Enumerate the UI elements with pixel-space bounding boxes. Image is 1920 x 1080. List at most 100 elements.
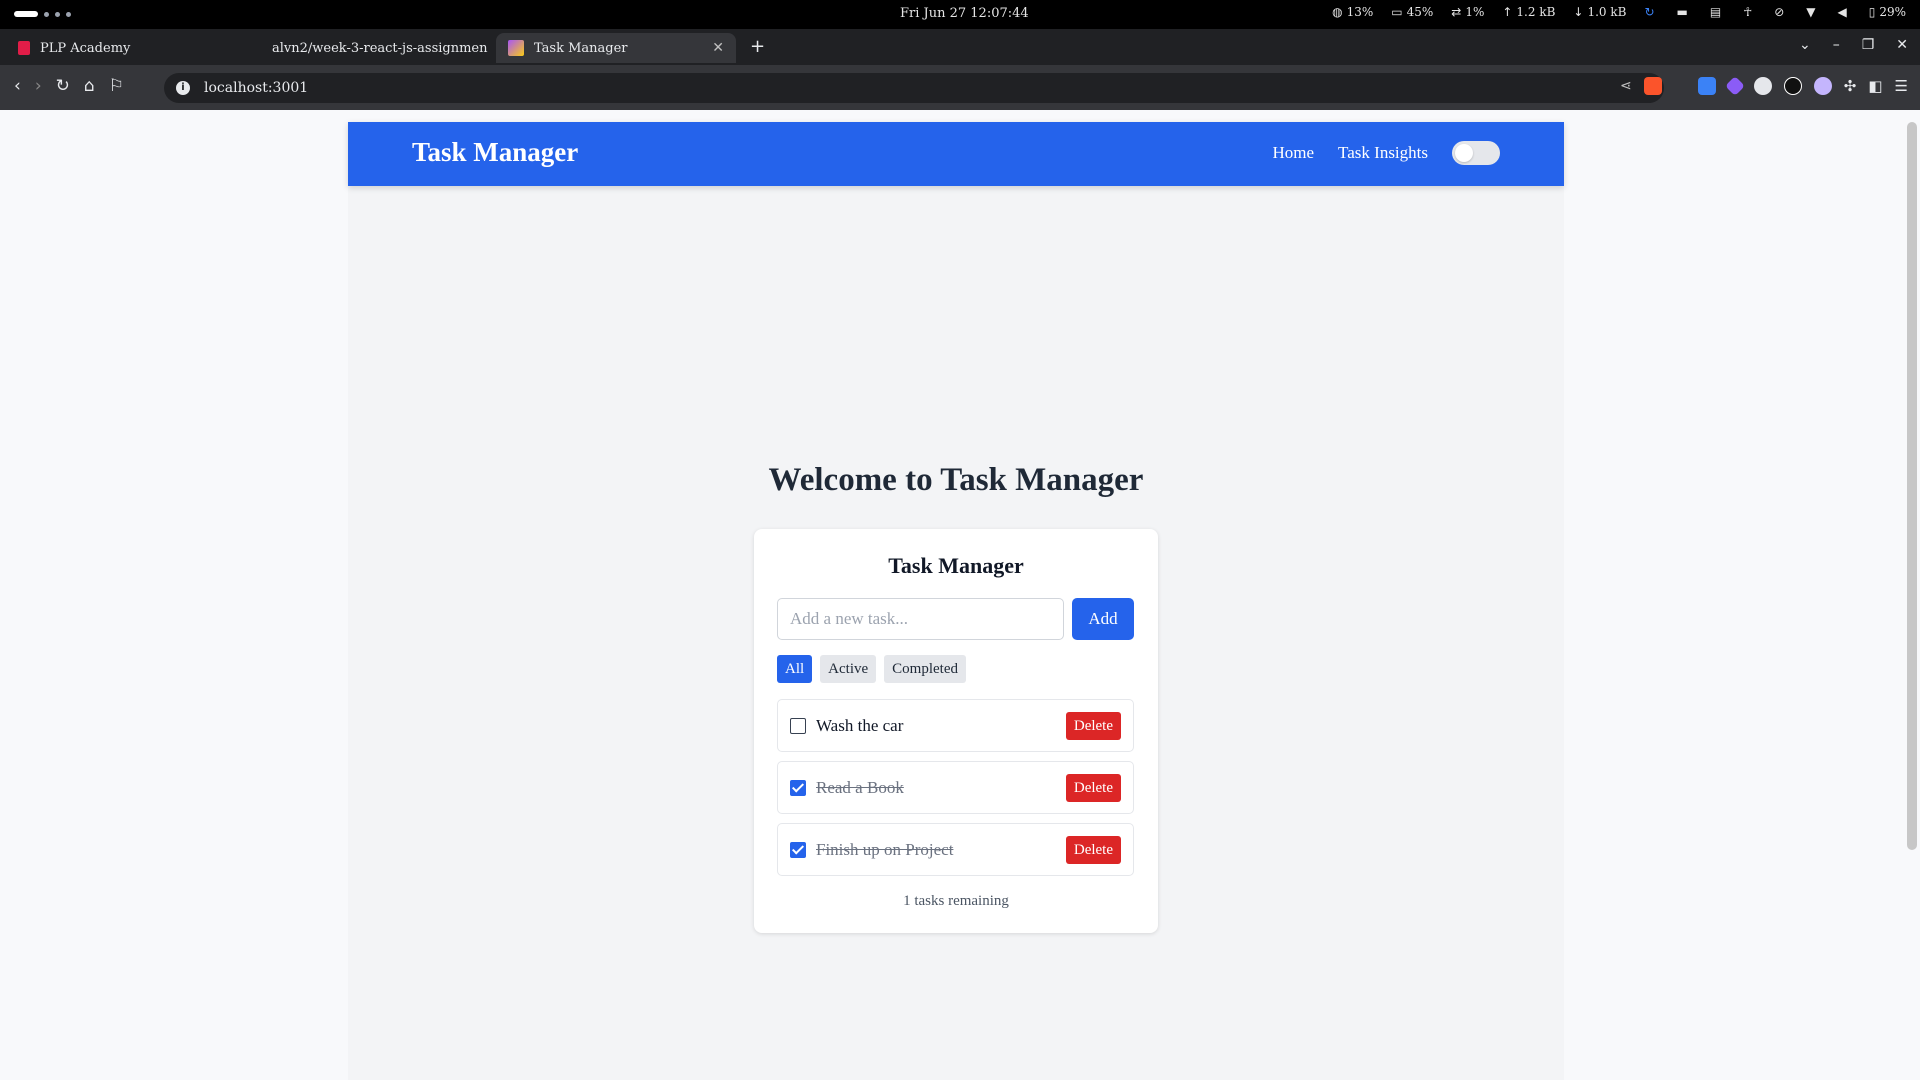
volume-icon[interactable]: ◀ bbox=[1837, 5, 1846, 19]
card-title: Task Manager bbox=[888, 553, 1024, 578]
tab-task-manager[interactable]: Task Manager ✕ bbox=[496, 33, 736, 63]
minimize-icon[interactable]: – bbox=[1833, 37, 1840, 53]
workspace-dot[interactable] bbox=[66, 11, 71, 17]
filter-all-button[interactable]: All bbox=[777, 655, 813, 683]
battery-stat[interactable]: ▯ 29% bbox=[1869, 5, 1906, 19]
url-text[interactable]: localhost:3001 bbox=[204, 80, 308, 96]
app-brand[interactable]: Task Manager bbox=[412, 137, 578, 168]
extension-icon[interactable] bbox=[1813, 77, 1832, 95]
task-item: Finish up on Project Delete bbox=[777, 823, 1134, 876]
memory-icon: ▭ bbox=[1391, 5, 1403, 19]
task-checkbox[interactable] bbox=[790, 779, 806, 796]
menu-icon[interactable]: ☰ bbox=[1895, 77, 1908, 95]
task-checkbox[interactable] bbox=[790, 841, 806, 858]
puzzle-icon[interactable]: ✣ bbox=[1844, 77, 1857, 95]
add-task-button[interactable]: Add bbox=[1072, 598, 1134, 640]
filter-active-button[interactable]: Active bbox=[820, 655, 877, 683]
upload-stat: ↑ 1.2 kB bbox=[1502, 5, 1555, 19]
notifications-off-icon[interactable]: ⊘ bbox=[1774, 5, 1784, 19]
filter-group: All Active Completed bbox=[777, 655, 966, 683]
brave-shields-icon[interactable] bbox=[1643, 77, 1662, 95]
refresh-icon[interactable]: ↻ bbox=[1644, 5, 1654, 19]
new-tab-icon[interactable]: + bbox=[750, 36, 765, 57]
maximize-icon[interactable]: ❐ bbox=[1862, 37, 1875, 53]
accessibility-icon[interactable]: ☥ bbox=[1743, 5, 1752, 19]
tab-github[interactable]: alvn2/week-3-react-js-assignmen bbox=[250, 33, 490, 63]
task-item: Wash the car Delete bbox=[777, 699, 1134, 752]
delete-task-button[interactable]: Delete bbox=[1065, 836, 1121, 864]
upload-arrow-icon: ↑ bbox=[1502, 5, 1513, 19]
page-scrollbar[interactable] bbox=[1907, 122, 1917, 850]
delete-task-button[interactable]: Delete bbox=[1065, 774, 1121, 802]
os-top-bar: Fri Jun 27 12:07:44 ◍ 13% ▭ 45% ⇄ 1% ↑ 1.2 k… bbox=[0, 0, 1920, 29]
workspace-indicator[interactable] bbox=[14, 11, 71, 17]
forward-icon[interactable]: › bbox=[35, 76, 42, 96]
page-title: Welcome to Task Manager bbox=[768, 462, 1144, 498]
app-container: Task Manager Home Task Insights Welcome … bbox=[348, 122, 1564, 1080]
task-card: Task Manager Add All Active Completed Wa… bbox=[754, 529, 1158, 933]
task-checkbox[interactable] bbox=[790, 717, 806, 734]
swap-stat: ⇄ 1% bbox=[1451, 5, 1484, 19]
sidebar-icon[interactable]: ◧ bbox=[1868, 77, 1882, 95]
browser-tab-bar: PLP Academy alvn2/week-3-react-js-assign… bbox=[0, 29, 1920, 65]
system-stats: ◍ 13% ▭ 45% ⇄ 1% ↑ 1.2 kB ↓ 1.0 kB ↻ ▬ ▤ ☥ ⊘ … bbox=[1332, 5, 1906, 19]
clock[interactable]: Fri Jun 27 12:07:44 bbox=[900, 6, 1029, 21]
upload-value: 1.2 kB bbox=[1516, 5, 1556, 19]
tab-plp-academy[interactable]: PLP Academy bbox=[6, 33, 246, 63]
filter-completed-button[interactable]: Completed bbox=[884, 655, 966, 683]
battery-value: 29% bbox=[1879, 5, 1906, 19]
extensions-area: ⋖ ✣ ◧ ☰ bbox=[1620, 76, 1908, 96]
nav-buttons: ‹ › ↻ ⌂ ⚐ bbox=[14, 76, 124, 96]
clipboard-icon[interactable]: ▤ bbox=[1710, 5, 1721, 19]
cpu-value: 13% bbox=[1346, 5, 1374, 19]
url-bar[interactable]: i localhost:3001 bbox=[164, 73, 1664, 103]
task-item: Read a Book Delete bbox=[777, 761, 1134, 814]
browser-toolbar: ‹ › ↻ ⌂ ⚐ i localhost:3001 ⋖ ✣ ◧ ☰ bbox=[0, 65, 1920, 110]
plp-logo-icon bbox=[18, 41, 30, 55]
close-window-icon[interactable]: ✕ bbox=[1896, 37, 1908, 53]
tasks-remaining-count: 1 tasks remaining bbox=[903, 893, 1009, 909]
site-info-icon[interactable]: i bbox=[176, 81, 190, 95]
close-tab-icon[interactable]: ✕ bbox=[712, 40, 724, 56]
nav-links: Home Task Insights bbox=[1273, 141, 1500, 165]
page-viewport: Task Manager Home Task Insights Welcome … bbox=[0, 110, 1920, 1080]
workspace-dot[interactable] bbox=[55, 11, 60, 17]
screen-icon[interactable]: ▬ bbox=[1677, 5, 1688, 19]
share-icon[interactable]: ⋖ bbox=[1620, 78, 1632, 94]
mem-stat: ▭ 45% bbox=[1391, 5, 1433, 19]
reload-icon[interactable]: ↻ bbox=[56, 76, 70, 96]
task-text: Finish up on Project bbox=[816, 839, 954, 859]
mem-value: 45% bbox=[1406, 5, 1434, 19]
new-task-input[interactable] bbox=[777, 598, 1064, 640]
active-workspace-pill[interactable] bbox=[14, 11, 38, 17]
delete-task-button[interactable]: Delete bbox=[1065, 712, 1121, 740]
tab-title: alvn2/week-3-react-js-assignmen bbox=[272, 40, 488, 56]
theme-toggle[interactable] bbox=[1452, 141, 1500, 165]
cpu-icon: ◍ bbox=[1332, 5, 1343, 19]
chevron-down-icon[interactable]: ⌄ bbox=[1799, 37, 1811, 53]
vite-icon bbox=[508, 40, 524, 56]
extension-icon[interactable] bbox=[1753, 77, 1772, 95]
swap-icon: ⇄ bbox=[1451, 5, 1462, 19]
download-arrow-icon: ↓ bbox=[1573, 5, 1584, 19]
swap-value: 1% bbox=[1465, 5, 1485, 19]
window-controls: ⌄ – ❐ ✕ bbox=[1799, 37, 1908, 53]
tab-title: Task Manager bbox=[534, 40, 628, 56]
bookmark-icon[interactable]: ⚐ bbox=[109, 76, 124, 96]
home-icon[interactable]: ⌂ bbox=[84, 76, 95, 96]
cpu-stat: ◍ 13% bbox=[1332, 5, 1373, 19]
nav-insights-link[interactable]: Task Insights bbox=[1338, 143, 1428, 163]
extension-icon[interactable] bbox=[1724, 76, 1745, 96]
task-text: Read a Book bbox=[816, 777, 904, 797]
workspace-dot[interactable] bbox=[44, 11, 49, 17]
download-stat: ↓ 1.0 kB bbox=[1573, 5, 1626, 19]
wifi-icon[interactable]: ▼ bbox=[1806, 5, 1815, 19]
extension-icon[interactable] bbox=[1697, 77, 1716, 95]
tab-title: PLP Academy bbox=[40, 40, 131, 56]
extension-icon[interactable] bbox=[1783, 77, 1802, 95]
app-navbar: Task Manager Home Task Insights bbox=[348, 122, 1564, 186]
nav-home-link[interactable]: Home bbox=[1273, 143, 1315, 163]
back-icon[interactable]: ‹ bbox=[14, 76, 21, 96]
battery-icon: ▯ bbox=[1868, 5, 1876, 19]
task-list: Wash the car Delete Read a Book Delete F… bbox=[777, 699, 1134, 885]
